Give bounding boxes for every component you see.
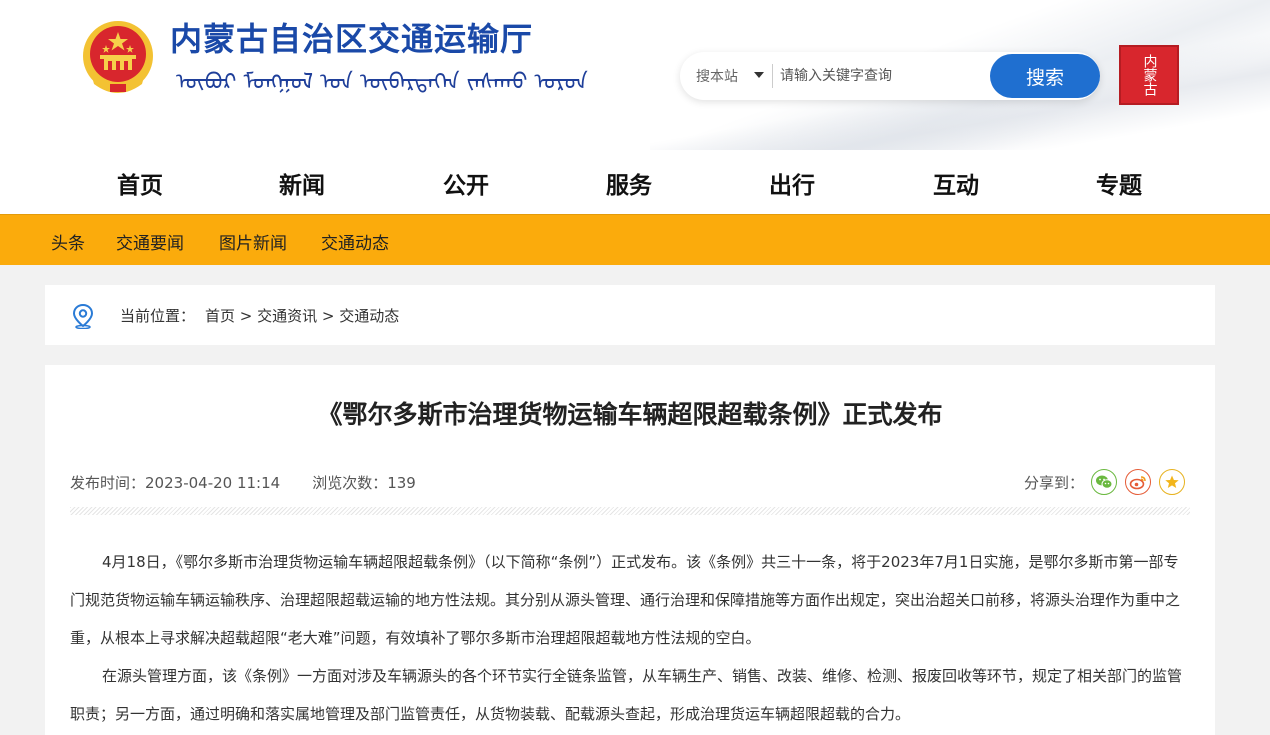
location-pin-icon <box>72 303 94 329</box>
seal-text: 内蒙古 <box>1141 54 1158 96</box>
sub-nav-headlines[interactable]: 头条 <box>51 229 85 254</box>
chevron-down-icon[interactable] <box>754 72 764 78</box>
breadcrumb-item-transport-updates[interactable]: 交通动态 <box>339 307 399 325</box>
weibo-icon[interactable] <box>1125 469 1151 495</box>
nav-item-home[interactable]: 首页 <box>117 166 163 200</box>
publish-time: 2023-04-20 11:14 <box>145 474 281 492</box>
breadcrumb-item-home[interactable]: 首页 <box>205 307 235 325</box>
share-label: 分享到： <box>1024 474 1085 492</box>
search-scope-select[interactable]: 搜本站 <box>696 66 738 86</box>
views-count: 139 <box>387 474 416 492</box>
breadcrumb-separator: > <box>317 307 340 325</box>
article-paragraph: 4月18日，《鄂尔多斯市治理货物运输车辆超限超载条例》（以下简称“条例”）正式发… <box>70 553 1181 647</box>
wechat-icon[interactable] <box>1091 469 1117 495</box>
search-input[interactable] <box>780 62 980 90</box>
nav-item-travel[interactable]: 出行 <box>769 166 815 200</box>
inner-mongolia-seal-logo[interactable]: 内蒙古 <box>1119 45 1179 105</box>
article-meta: 发布时间：2023-04-20 11:14 浏览次数：139 <box>70 472 416 493</box>
breadcrumb-item-transport-info[interactable]: 交通资讯 <box>257 307 317 325</box>
breadcrumb-label: 当前位置： <box>120 307 196 325</box>
article-card: 《鄂尔多斯市治理货物运输车辆超限超载条例》正式发布 发布时间：2023-04-2… <box>45 365 1215 735</box>
article-paragraph: 在源头管理方面，该《条例》一方面对涉及车辆源头的各个环节实行全链条监管，从车辆生… <box>70 667 1183 723</box>
breadcrumb: 当前位置： 首页 > 交通资讯 > 交通动态 <box>45 285 1215 345</box>
nav-item-interaction[interactable]: 互动 <box>933 166 979 200</box>
nav-item-services[interactable]: 服务 <box>606 166 652 200</box>
sub-nav-transport-news[interactable]: 交通要闻 <box>116 229 184 254</box>
search-box: 搜本站 搜索 <box>680 52 1100 100</box>
publish-time-label: 发布时间： <box>70 474 146 492</box>
views-label: 浏览次数： <box>312 474 388 492</box>
site-header: 内蒙古自治区交通运输厅 ᠥᠪᠦᠷ ᠮᠣᠩᠭᠣᠯ ᠤᠨ ᠥᠪᠡᠷᠲᠡᠭᠡᠨ ᠵᠠᠰ… <box>0 0 1270 150</box>
breadcrumb-links: 首页 > 交通资讯 > 交通动态 <box>205 305 399 326</box>
national-emblem-icon[interactable] <box>80 18 156 96</box>
favorite-star-icon[interactable] <box>1159 469 1185 495</box>
article-divider <box>70 507 1190 515</box>
nav-item-news[interactable]: 新闻 <box>279 166 325 200</box>
search-button[interactable]: 搜索 <box>990 54 1100 98</box>
nav-item-public[interactable]: 公开 <box>443 166 489 200</box>
nav-item-topics[interactable]: 专题 <box>1096 166 1142 200</box>
sub-nav-photo-news[interactable]: 图片新闻 <box>219 229 287 254</box>
site-title[interactable]: 内蒙古自治区交通运输厅 <box>170 14 533 60</box>
breadcrumb-separator: > <box>235 307 258 325</box>
search-separator <box>772 64 773 88</box>
sub-nav: 头条 交通要闻 图片新闻 交通动态 <box>0 214 1270 265</box>
article-title: 《鄂尔多斯市治理货物运输车辆超限超载条例》正式发布 <box>317 400 943 429</box>
main-nav: 首页 新闻 公开 服务 出行 互动 专题 <box>0 150 1270 214</box>
sub-nav-transport-updates[interactable]: 交通动态 <box>321 229 389 254</box>
site-title-mongolian: ᠥᠪᠦᠷ ᠮᠣᠩᠭᠣᠯ ᠤᠨ ᠥᠪᠡᠷᠲᠡᠭᠡᠨ ᠵᠠᠰᠠᠬᠤ ᠣᠷᠤᠨ <box>176 70 588 95</box>
